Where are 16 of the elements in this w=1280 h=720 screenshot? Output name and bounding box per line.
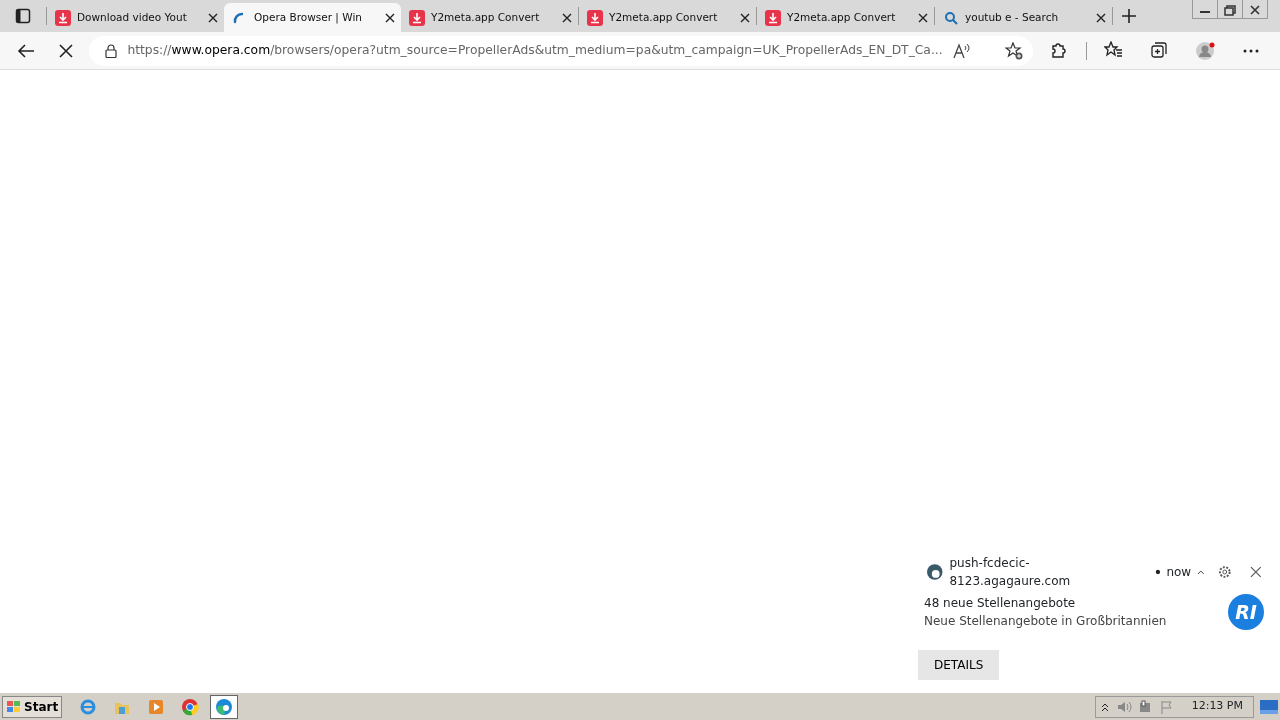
notification-title: 48 neue Stellenangebote — [924, 595, 1077, 612]
browser-tab[interactable]: Y2meta.app Convert — [579, 3, 756, 32]
browser-tab[interactable]: Opera Browser | Win — [224, 3, 401, 32]
browser-tab[interactable]: Y2meta.app Convert — [757, 3, 934, 32]
browser-tab[interactable]: youtub e - Search — [935, 3, 1112, 32]
url-text: https://www.opera.com/browsers/opera?utm_source=PropellerAds&utm_medium=pa&utm_campaign=UK_PropellerAds_EN_DT_Ca... — [127, 42, 943, 60]
source-text: push-fcdecic-8123.agagaure.com — [949, 555, 1072, 590]
start-button[interactable]: Start — [2, 695, 63, 718]
notification-body: Neue Stellenangebote in Großbritannien — [924, 613, 1168, 630]
details-button[interactable]: DETAILS — [918, 650, 1000, 680]
browser-tab[interactable]: Download video Yout — [47, 3, 224, 32]
time-text: now — [1166, 564, 1192, 581]
browser-tab[interactable]: Y2meta.app Convert — [401, 3, 578, 32]
address-field[interactable]: https://www.opera.com/browsers/opera?utm_source=PropellerAds&utm_medium=pa&utm_campaign=UK_PropellerAds_EN_DT_Ca... — [89, 35, 1033, 66]
clock-text: 12:13 PM — [1191, 698, 1243, 715]
avatar-logo: RI — [1228, 594, 1264, 630]
